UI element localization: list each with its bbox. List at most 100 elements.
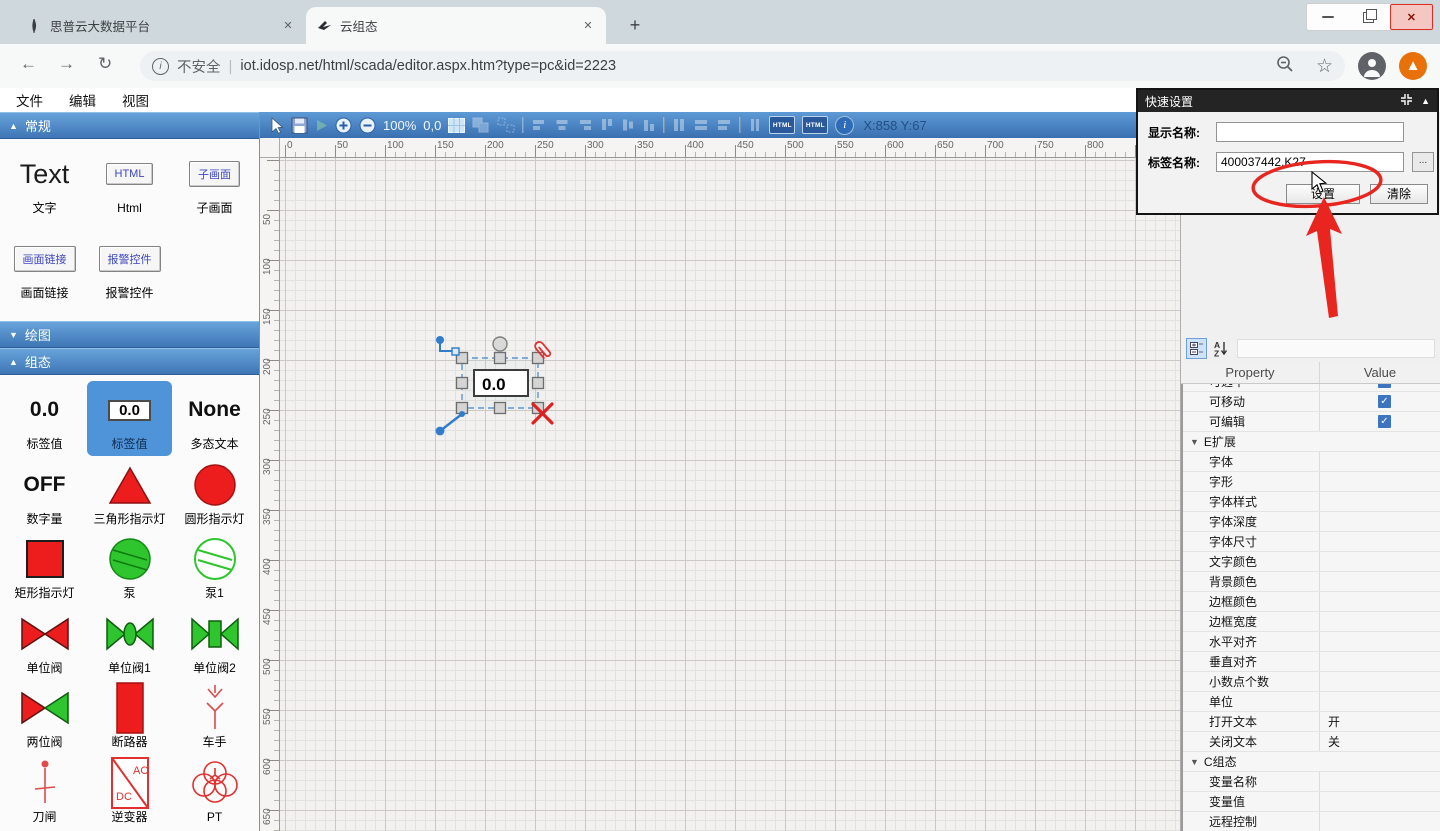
browser-tab-scada[interactable]: 云组态 ✕ — [306, 7, 606, 44]
palette-item-rect-indicator[interactable]: 矩形指示灯 — [2, 530, 87, 605]
property-row[interactable]: 字体尺寸 — [1183, 532, 1440, 552]
palette-item-tag-value-boxed[interactable]: 0.0 标签值 — [87, 381, 172, 456]
reload-icon[interactable]: ↻ — [98, 54, 112, 74]
palette-item-sub-screen[interactable]: 子画面 子画面 — [172, 145, 257, 230]
palette-item-inverter[interactable]: ACDC 逆变器 — [87, 754, 172, 829]
same-size-icon[interactable] — [748, 117, 762, 133]
column-value[interactable]: Value — [1319, 362, 1440, 383]
palette-item-two-position-valve[interactable]: 两位阀 — [2, 679, 87, 754]
property-value[interactable] — [1319, 532, 1440, 551]
align-top-icon[interactable] — [600, 117, 614, 133]
align-left-icon[interactable] — [531, 118, 547, 132]
zoom-out-page-icon[interactable] — [1276, 55, 1294, 78]
palette-item-triangle-indicator[interactable]: 三角形指示灯 — [87, 456, 172, 531]
palette-item-pt[interactable]: PT — [172, 754, 257, 829]
alphabetical-sort-icon[interactable]: AZ — [1211, 338, 1232, 359]
property-row[interactable]: 打开文本开 — [1183, 712, 1440, 732]
window-restore-button[interactable] — [1348, 4, 1389, 30]
property-row[interactable]: 变量名称 — [1183, 772, 1440, 792]
palette-item-circle-indicator[interactable]: 圆形指示灯 — [172, 456, 257, 531]
property-value[interactable] — [1319, 572, 1440, 591]
property-row[interactable]: 边框颜色 — [1183, 592, 1440, 612]
checkbox[interactable]: ✓ — [1378, 384, 1391, 388]
info-icon[interactable]: i — [835, 116, 854, 135]
palette-item-breaker[interactable]: 断路器 — [87, 679, 172, 754]
property-value[interactable]: 开 — [1319, 712, 1440, 731]
align-right-icon[interactable] — [577, 118, 593, 132]
align-middle-icon[interactable] — [621, 117, 635, 133]
same-width-icon[interactable] — [693, 118, 709, 132]
set-button[interactable]: 设置 — [1286, 184, 1360, 204]
property-row[interactable]: 可选中✓ — [1183, 384, 1440, 392]
site-info-icon[interactable]: i — [152, 58, 169, 75]
tab-close-icon[interactable]: ✕ — [580, 18, 596, 34]
browser-brand-icon[interactable]: ▲ — [1399, 52, 1427, 80]
profile-avatar[interactable] — [1358, 52, 1386, 80]
html-preview-icon[interactable]: HTML — [769, 116, 795, 134]
save-icon[interactable] — [291, 117, 308, 134]
new-tab-button[interactable]: + — [622, 12, 648, 38]
panel-header-general[interactable]: ▲ 常规 — [0, 112, 259, 139]
palette-item-handcart[interactable]: 车手 — [172, 679, 257, 754]
categorized-view-icon[interactable] — [1186, 338, 1207, 359]
window-minimize-button[interactable] — [1307, 4, 1348, 30]
zoom-out-icon[interactable] — [359, 117, 376, 134]
palette-item-multi-state-text[interactable]: None 多态文本 — [172, 381, 257, 456]
property-row[interactable]: 变量值 — [1183, 792, 1440, 812]
clear-button[interactable]: 清除 — [1370, 184, 1428, 204]
dock-icon[interactable] — [1400, 93, 1413, 109]
url-field[interactable]: i 不安全 | iot.idosp.net/html/scada/editor.… — [140, 51, 1345, 81]
align-center-icon[interactable] — [554, 118, 570, 132]
category-expand-icon[interactable]: ▼ — [1190, 757, 1199, 767]
palette-item-unit-valve[interactable]: 单位阀 — [2, 605, 87, 680]
align-bottom-icon[interactable] — [642, 117, 656, 133]
property-row[interactable]: 关闭文本关 — [1183, 732, 1440, 752]
group-icon[interactable] — [472, 117, 490, 133]
property-row[interactable]: 单位 — [1183, 692, 1440, 712]
display-name-input[interactable] — [1216, 122, 1404, 142]
collapse-panel-icon[interactable]: ▲ — [1421, 96, 1430, 106]
window-close-button[interactable]: ✕ — [1390, 4, 1433, 30]
property-value[interactable] — [1319, 612, 1440, 631]
browse-tags-button[interactable]: ... — [1412, 152, 1434, 172]
property-row[interactable]: 远程控制 — [1183, 812, 1440, 831]
property-row[interactable]: 字形 — [1183, 472, 1440, 492]
palette-item-unit-valve2[interactable]: 单位阀2 — [172, 605, 257, 680]
checkbox[interactable]: ✓ — [1378, 415, 1391, 428]
bookmark-star-icon[interactable]: ☆ — [1316, 55, 1333, 78]
distribute-horizontal-icon[interactable] — [672, 117, 686, 133]
property-value[interactable] — [1319, 552, 1440, 571]
palette-item-digital-value[interactable]: OFF 数字量 — [2, 456, 87, 531]
property-value[interactable] — [1319, 592, 1440, 611]
property-row[interactable]: 字体 — [1183, 452, 1440, 472]
palette-item-html[interactable]: HTML Html — [87, 145, 172, 230]
property-filter-box[interactable] — [1237, 339, 1435, 358]
design-canvas[interactable]: 0.0 — [280, 158, 1180, 831]
panel-header-scada[interactable]: ▲ 组态 — [0, 348, 259, 375]
property-row[interactable]: 背景颜色 — [1183, 572, 1440, 592]
select-cursor-icon[interactable] — [269, 117, 284, 134]
property-value[interactable] — [1319, 692, 1440, 711]
property-row[interactable]: 垂直对齐 — [1183, 652, 1440, 672]
panel-header-drawing[interactable]: ▼ 绘图 — [0, 321, 259, 348]
checkbox[interactable]: ✓ — [1378, 395, 1391, 408]
palette-item-text[interactable]: Text 文字 — [2, 145, 87, 230]
property-value[interactable] — [1319, 752, 1440, 771]
run-icon[interactable] — [315, 119, 328, 132]
property-row[interactable]: 边框宽度 — [1183, 612, 1440, 632]
zoom-in-icon[interactable] — [335, 117, 352, 134]
property-value[interactable] — [1319, 452, 1440, 471]
property-row[interactable]: 可编辑✓ — [1183, 412, 1440, 432]
property-value[interactable]: 关 — [1319, 732, 1440, 751]
property-value[interactable] — [1319, 432, 1440, 451]
palette-item-knife-switch[interactable]: 刀闸 — [2, 754, 87, 829]
property-value[interactable] — [1319, 812, 1440, 831]
palette-item-tag-value[interactable]: 0.0 标签值 — [2, 381, 87, 456]
property-row[interactable]: 字体深度 — [1183, 512, 1440, 532]
property-row[interactable]: 小数点个数 — [1183, 672, 1440, 692]
palette-item-alarm-control[interactable]: 报警控件 报警控件 — [87, 230, 172, 315]
palette-item-screen-link[interactable]: 画面链接 画面链接 — [2, 230, 87, 315]
palette-item-unit-valve1[interactable]: 单位阀1 — [87, 605, 172, 680]
palette-item-pump[interactable]: 泵 — [87, 530, 172, 605]
property-value[interactable] — [1319, 512, 1440, 531]
